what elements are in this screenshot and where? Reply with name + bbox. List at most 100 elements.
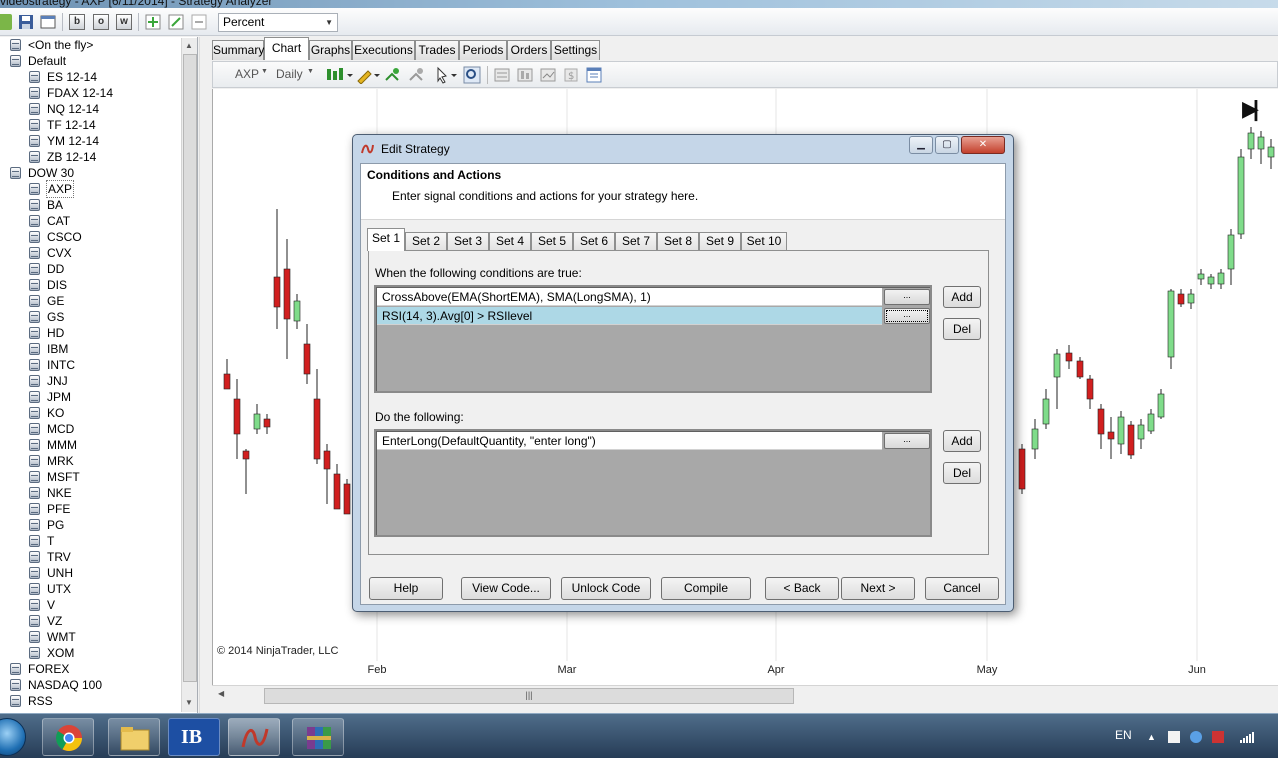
save-icon[interactable] xyxy=(18,14,34,30)
action-row[interactable]: EnterLong(DefaultQuantity, "enter long") xyxy=(377,432,882,450)
help-button[interactable]: Help xyxy=(369,577,443,600)
set-tab-3[interactable]: Set 3 xyxy=(447,232,489,250)
delete-action-button[interactable]: Del xyxy=(943,462,981,484)
candle xyxy=(1187,289,1195,309)
tree-item-label: T xyxy=(47,534,55,548)
tab-summary[interactable]: Summary xyxy=(212,40,264,60)
set-tab-4[interactable]: Set 4 xyxy=(489,232,531,250)
back-button[interactable]: < Back xyxy=(765,577,839,600)
set-tab-1[interactable]: Set 1 xyxy=(367,228,405,251)
close-button[interactable]: ✕ xyxy=(961,136,1005,154)
set-tab-9[interactable]: Set 9 xyxy=(699,232,741,250)
taskbar-ninjatrader[interactable] xyxy=(228,718,280,756)
chart-scrollbar[interactable]: ◀ ||| xyxy=(212,685,1278,705)
tree-item-label: JNJ xyxy=(47,374,68,388)
tab-orders[interactable]: Orders xyxy=(507,40,551,60)
database-icon xyxy=(29,647,40,659)
edit-strategy-dialog: Edit Strategy ▁ ▢ ✕ Conditions and Actio… xyxy=(352,134,1014,612)
start-button[interactable] xyxy=(0,718,26,756)
instrument-selector[interactable]: AXP xyxy=(235,67,259,81)
view-code-button[interactable]: View Code... xyxy=(461,577,551,600)
tab-executions[interactable]: Executions xyxy=(352,40,415,60)
dialog-header: Conditions and Actions Enter signal cond… xyxy=(361,164,1005,220)
database-icon xyxy=(29,183,40,195)
tab-periods[interactable]: Periods xyxy=(459,40,507,60)
language-indicator[interactable]: EN xyxy=(1115,728,1132,742)
panel-splitter[interactable] xyxy=(199,37,207,713)
folder-icon xyxy=(120,727,150,751)
edit-icon[interactable] xyxy=(168,14,184,30)
data-box-icon[interactable] xyxy=(516,66,534,84)
set-tab-6[interactable]: Set 6 xyxy=(573,232,615,250)
conditions-list[interactable]: CrossAbove(EMA(ShortEMA), SMA(LongSMA), … xyxy=(374,285,932,393)
interval-selector[interactable]: Daily xyxy=(276,67,303,81)
tab-graphs[interactable]: Graphs xyxy=(309,40,352,60)
taskbar-explorer[interactable] xyxy=(108,718,160,756)
network-icon[interactable] xyxy=(1240,731,1254,743)
add-action-button[interactable]: Add xyxy=(943,430,981,452)
chart-trader-icon[interactable] xyxy=(539,66,557,84)
unlock-code-button[interactable]: Unlock Code xyxy=(561,577,651,600)
condition-row-selected[interactable]: RSI(14, 3).Avg[0] > RSIlevel xyxy=(377,307,882,325)
database-icon xyxy=(29,631,40,643)
dollar-icon[interactable]: $ xyxy=(562,66,580,84)
add-indicator-icon[interactable] xyxy=(383,66,401,84)
maximize-button[interactable]: ▢ xyxy=(935,136,959,154)
dropbox-icon[interactable] xyxy=(1190,731,1202,743)
candlestick-style-icon[interactable] xyxy=(325,66,353,84)
set-tab-7[interactable]: Set 7 xyxy=(615,232,657,250)
remove-icon[interactable] xyxy=(191,14,207,30)
new-icon[interactable] xyxy=(0,14,12,30)
flag-icon[interactable] xyxy=(1168,731,1180,743)
taskbar-chrome[interactable] xyxy=(42,718,94,756)
candle xyxy=(283,239,291,359)
next-button[interactable]: Next > xyxy=(841,577,915,600)
tab-trades[interactable]: Trades xyxy=(415,40,459,60)
candle xyxy=(1147,409,1155,434)
zoom-icon[interactable] xyxy=(463,66,481,84)
edit-condition-button[interactable]: ... xyxy=(884,308,930,324)
show-hidden-icons-icon[interactable]: ▲ xyxy=(1147,732,1159,744)
actions-list[interactable]: EnterLong(DefaultQuantity, "enter long")… xyxy=(374,429,932,537)
compile-button[interactable]: Compile xyxy=(661,577,751,600)
delete-condition-button[interactable]: Del xyxy=(943,318,981,340)
taskbar-winrar[interactable] xyxy=(292,718,344,756)
add-condition-button[interactable]: Add xyxy=(943,286,981,308)
set-tab-5[interactable]: Set 5 xyxy=(531,232,573,250)
chart-scroll-thumb[interactable]: ||| xyxy=(264,688,794,704)
strategy-icon[interactable] xyxy=(407,66,425,84)
o-button[interactable]: o xyxy=(93,14,109,30)
b-button[interactable]: b xyxy=(69,14,85,30)
tree-scrollbar[interactable]: ▲ ▼ xyxy=(181,38,197,712)
tab-chart[interactable]: Chart xyxy=(264,37,309,60)
chart-toolbar: AXP ▼ Daily ▼ $ xyxy=(212,61,1278,88)
tray-app-icon[interactable] xyxy=(1212,731,1224,743)
taskbar-ib[interactable]: IB xyxy=(168,718,220,756)
properties-icon[interactable] xyxy=(493,66,511,84)
tree-item-label: IBM xyxy=(47,342,69,356)
database-icon xyxy=(29,599,40,611)
tab-settings[interactable]: Settings xyxy=(551,40,600,60)
set-tab-2[interactable]: Set 2 xyxy=(405,232,447,250)
set-tab-8[interactable]: Set 8 xyxy=(657,232,699,250)
scroll-down-icon[interactable]: ▼ xyxy=(185,698,193,707)
database-icon xyxy=(29,519,40,531)
add-icon[interactable] xyxy=(145,14,161,30)
display-mode-select[interactable]: Percent ▼ xyxy=(218,13,338,32)
edit-action-button[interactable]: ... xyxy=(884,433,930,449)
set-tab-10[interactable]: Set 10 xyxy=(741,232,787,250)
cancel-button[interactable]: Cancel xyxy=(925,577,999,600)
skip-to-end-icon[interactable]: ▶| xyxy=(1242,96,1259,122)
scroll-left-icon[interactable]: ◀ xyxy=(218,689,224,698)
tree-scroll-thumb[interactable] xyxy=(183,54,197,682)
cursor-pointer-icon[interactable] xyxy=(435,66,459,84)
condition-row[interactable]: CrossAbove(EMA(ShortEMA), SMA(LongSMA), … xyxy=(377,288,882,306)
minimize-button[interactable]: ▁ xyxy=(909,136,933,154)
template-icon[interactable] xyxy=(585,66,603,84)
edit-condition-button[interactable]: ... xyxy=(884,289,930,305)
drawing-tool-icon[interactable] xyxy=(355,66,381,84)
w-button[interactable]: w xyxy=(116,14,132,30)
scroll-up-icon[interactable]: ▲ xyxy=(185,41,193,50)
display-mode-value: Percent xyxy=(223,15,265,29)
open-window-icon[interactable] xyxy=(40,14,56,30)
